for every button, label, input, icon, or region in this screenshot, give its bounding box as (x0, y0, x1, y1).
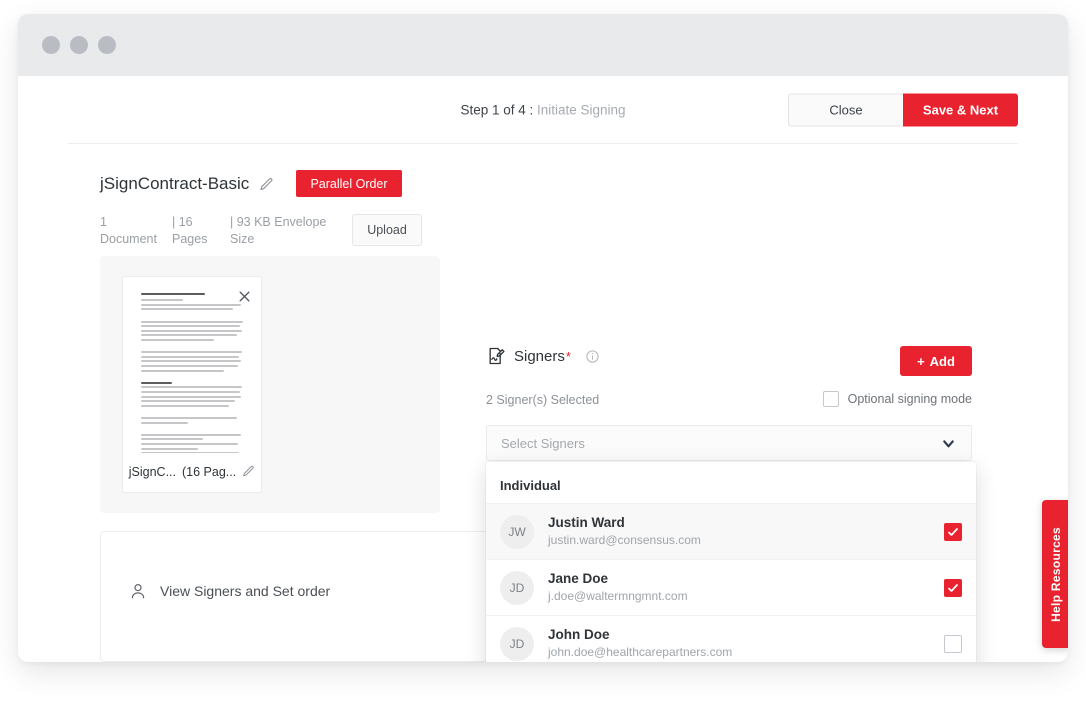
document-preview-panel: jSignC... (16 Pag... (100, 256, 440, 513)
app-body: Step 1 of 4 : Initiate Signing Close Sav… (18, 76, 1068, 662)
avatar: JD (500, 570, 534, 605)
step-indicator: Step 1 of 4 : Initiate Signing (460, 102, 625, 117)
add-signer-button[interactable]: + Add (900, 346, 972, 376)
upload-button[interactable]: Upload (352, 214, 422, 246)
info-icon[interactable] (585, 349, 600, 364)
stat-size-value: | 93 KB Envelope (230, 215, 327, 229)
parallel-order-button[interactable]: Parallel Order (296, 170, 402, 197)
signer-info: Justin Ward justin.ward@consensus.com (548, 514, 944, 549)
pencil-icon[interactable] (259, 177, 274, 192)
maximize-dot[interactable] (98, 36, 116, 54)
view-signers-order-title: View Signers and Set order (129, 582, 330, 600)
document-thumbnail-caption: jSignC... (16 Pag... (123, 451, 261, 492)
signer-name: John Doe (548, 627, 610, 642)
stat-documents-value: 1 (100, 215, 107, 229)
signer-info: Jane Doe j.doe@waltermngmnt.com (548, 570, 944, 605)
person-icon (129, 582, 147, 600)
selected-count-text: 2 Signer(s) Selected (486, 393, 600, 407)
signer-name: Justin Ward (548, 515, 625, 530)
signers-title: Signers (514, 347, 565, 365)
select-signers-input[interactable]: Select Signers (486, 425, 972, 461)
signer-name: Jane Doe (548, 571, 609, 586)
signer-email: j.doe@waltermngmnt.com (548, 589, 688, 603)
stat-pages-label: Pages (172, 232, 208, 246)
signer-email: justin.ward@consensus.com (548, 533, 701, 547)
avatar: JW (500, 514, 534, 549)
step-prefix: Step 1 of 4 : (460, 102, 537, 117)
document-signature-icon (486, 346, 506, 366)
stat-pages: | 16 Pages (172, 214, 230, 248)
minimize-dot[interactable] (70, 36, 88, 54)
page-title: jSignContract-Basic (100, 174, 250, 193)
signers-header: Signers * (486, 346, 600, 366)
close-dot[interactable] (42, 36, 60, 54)
help-resources-label: Help Resources (1049, 526, 1063, 622)
optional-signing-mode-toggle[interactable]: Optional signing mode (822, 391, 972, 407)
plus-icon: + (917, 353, 925, 369)
pencil-icon[interactable] (242, 465, 255, 478)
step-header-bar: Step 1 of 4 : Initiate Signing Close Sav… (68, 76, 1018, 144)
thumbnail-pages: (16 Pag... (182, 464, 237, 479)
browser-window: Step 1 of 4 : Initiate Signing Close Sav… (18, 14, 1068, 662)
thumbnail-name: jSignC... (128, 464, 177, 479)
document-thumbnail-card[interactable]: jSignC... (16 Pag... (122, 276, 262, 493)
signer-info: John Doe john.doe@healthcarepartners.com (548, 626, 944, 661)
select-signers-placeholder: Select Signers (501, 435, 585, 451)
stat-size-label: Size (230, 232, 255, 246)
view-signers-order-label: View Signers and Set order (160, 583, 331, 599)
stat-documents: 1 Document (100, 214, 172, 248)
list-item[interactable]: JD Jane Doe j.doe@waltermngmnt.com (486, 560, 976, 616)
optional-signing-mode-checkbox[interactable] (822, 391, 839, 407)
window-titlebar (18, 14, 1068, 76)
step-name: Initiate Signing (537, 102, 626, 117)
signer-checkbox-checked[interactable] (944, 578, 962, 597)
document-thumbnail-image (131, 285, 255, 453)
save-next-button[interactable]: Save & Next (903, 93, 1018, 126)
signers-dropdown: Individual JW Justin Ward justin.ward@co… (486, 462, 976, 662)
chevron-down-icon[interactable] (940, 435, 957, 452)
signer-checkbox-unchecked[interactable] (944, 634, 962, 653)
list-item[interactable]: JW Justin Ward justin.ward@consensus.com (486, 504, 976, 560)
signer-email: john.doe@healthcarepartners.com (548, 645, 733, 659)
required-marker: * (565, 348, 571, 364)
document-stats: 1 Document | 16 Pages | 93 KB Envelope S… (100, 214, 422, 248)
close-button[interactable]: Close (788, 93, 903, 126)
signer-checkbox-checked[interactable] (944, 522, 962, 541)
list-item[interactable]: JD John Doe john.doe@healthcarepartners.… (486, 616, 976, 662)
add-signer-label: Add (929, 353, 955, 369)
stat-documents-label: Document (100, 232, 157, 246)
dropdown-group-label: Individual (486, 462, 976, 504)
header-actions: Close Save & Next (788, 93, 1018, 126)
optional-signing-mode-label: Optional signing mode (847, 392, 972, 406)
document-title-row: jSignContract-Basic (100, 174, 274, 194)
close-icon[interactable] (233, 285, 255, 307)
help-resources-tab[interactable]: Help Resources (1042, 500, 1068, 648)
avatar: JD (500, 626, 534, 661)
stat-size: | 93 KB Envelope Size (230, 214, 340, 248)
stat-pages-value: | 16 (172, 215, 193, 229)
